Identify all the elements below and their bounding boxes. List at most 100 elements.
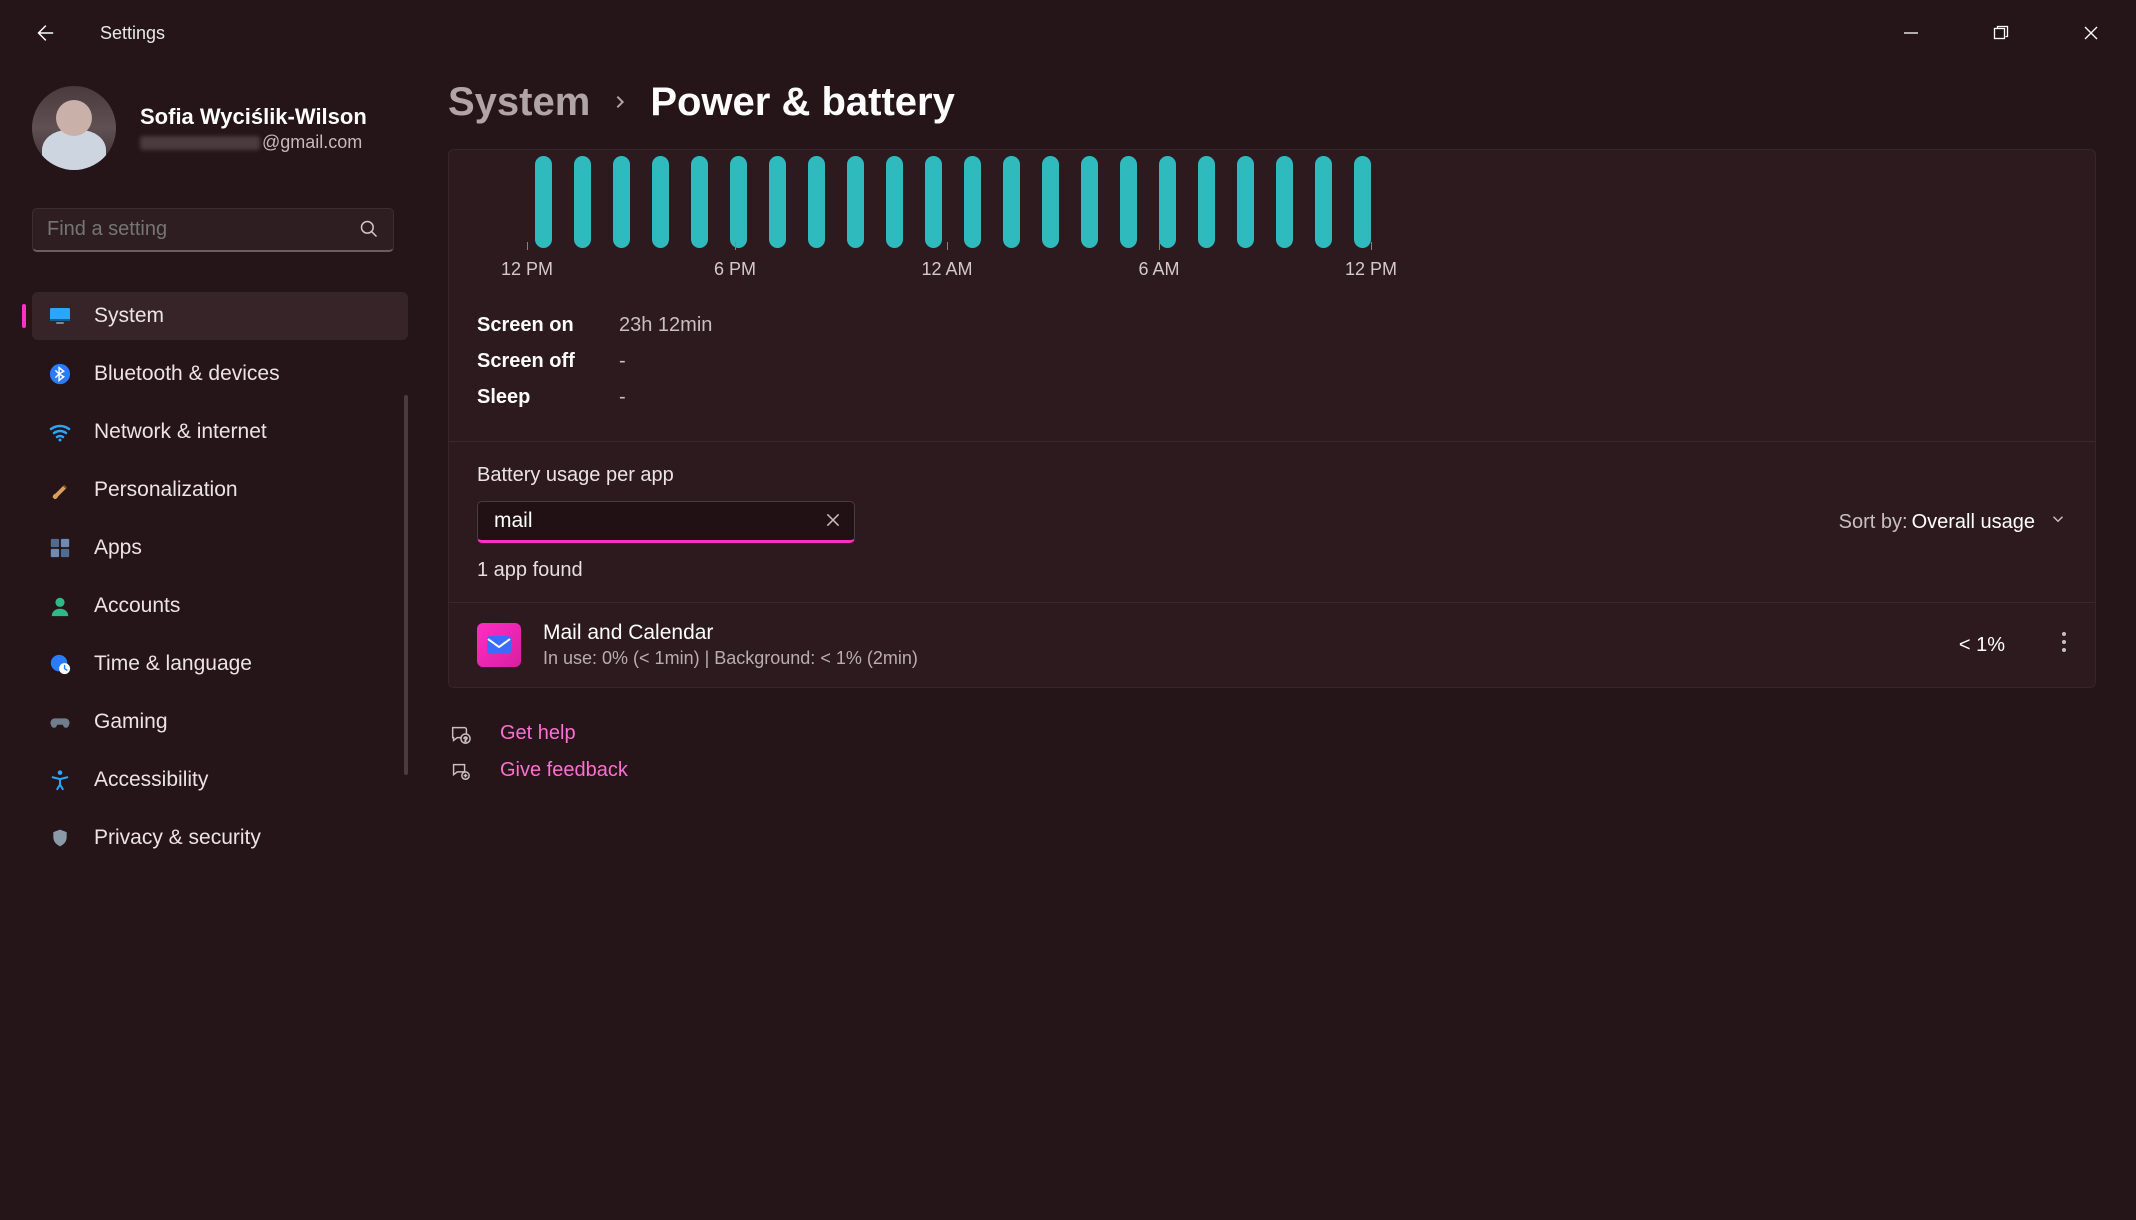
nav-label: Privacy & security bbox=[94, 826, 261, 850]
settings-search[interactable] bbox=[32, 208, 394, 252]
chart-bar bbox=[964, 156, 981, 248]
nav-time-language[interactable]: Time & language bbox=[32, 640, 408, 688]
battery-panel: 12 PM 6 PM 12 AM 6 AM 12 PM Screen on 23h… bbox=[448, 149, 2096, 688]
axis-label: 6 PM bbox=[714, 259, 756, 280]
chart-bar bbox=[1003, 156, 1020, 248]
profile-email-suffix: @gmail.com bbox=[262, 132, 362, 152]
apps-icon bbox=[48, 536, 72, 560]
nav-privacy[interactable]: Privacy & security bbox=[32, 814, 408, 862]
chart-bar bbox=[613, 156, 630, 248]
give-feedback-link[interactable]: Give feedback bbox=[448, 759, 2096, 782]
sort-label: Sort by: bbox=[1839, 511, 1908, 534]
app-search-input[interactable] bbox=[478, 502, 854, 540]
section-title: Battery usage per app bbox=[449, 442, 2095, 501]
person-icon bbox=[48, 594, 72, 618]
nav-apps[interactable]: Apps bbox=[32, 524, 408, 572]
profile-email: @gmail.com bbox=[140, 132, 367, 153]
sort-value: Overall usage bbox=[1912, 511, 2035, 534]
nav-label: Accessibility bbox=[94, 768, 208, 792]
chart-bar bbox=[1315, 156, 1332, 248]
feedback-label: Give feedback bbox=[500, 759, 628, 782]
paintbrush-icon bbox=[48, 478, 72, 502]
chart-bar bbox=[925, 156, 942, 248]
bluetooth-icon bbox=[48, 362, 72, 386]
chart-bar bbox=[1237, 156, 1254, 248]
app-row[interactable]: Mail and Calendar In use: 0% (< 1min) | … bbox=[449, 603, 2095, 687]
sort-dropdown[interactable]: Sort by: Overall usage bbox=[1839, 510, 2067, 534]
clock-globe-icon bbox=[48, 652, 72, 676]
minimize-button[interactable] bbox=[1866, 0, 1956, 66]
chart-bar bbox=[1042, 156, 1059, 248]
avatar bbox=[32, 86, 116, 170]
breadcrumb-parent[interactable]: System bbox=[448, 80, 590, 125]
chart-bar bbox=[847, 156, 864, 248]
nav-bluetooth[interactable]: Bluetooth & devices bbox=[32, 350, 408, 398]
sidebar: Sofia Wyciślik-Wilson @gmail.com System bbox=[0, 66, 430, 1220]
chart-bar bbox=[769, 156, 786, 248]
more-options-icon[interactable] bbox=[2061, 631, 2067, 659]
accessibility-icon bbox=[48, 768, 72, 792]
breadcrumb: System Power & battery bbox=[448, 80, 2096, 125]
nav-network[interactable]: Network & internet bbox=[32, 408, 408, 456]
redacted-text bbox=[140, 136, 260, 150]
stat-label: Sleep bbox=[477, 379, 585, 415]
nav-accessibility[interactable]: Accessibility bbox=[32, 756, 408, 804]
main-content: System Power & battery bbox=[430, 66, 2136, 1220]
chevron-right-icon bbox=[612, 87, 628, 118]
maximize-button[interactable] bbox=[1956, 0, 2046, 66]
gamepad-icon bbox=[48, 710, 72, 734]
page-title: Power & battery bbox=[650, 80, 955, 125]
nav-personalization[interactable]: Personalization bbox=[32, 466, 408, 514]
nav-accounts[interactable]: Accounts bbox=[32, 582, 408, 630]
app-search[interactable] bbox=[477, 501, 855, 543]
chart-bar bbox=[886, 156, 903, 248]
axis-label: 12 AM bbox=[921, 259, 972, 280]
monitor-icon bbox=[48, 304, 72, 328]
chart-bar bbox=[730, 156, 747, 248]
app-name: Mail and Calendar bbox=[543, 621, 918, 645]
chart-bar bbox=[1159, 156, 1176, 248]
chart-bar bbox=[1198, 156, 1215, 248]
nav: System Bluetooth & devices Network & int… bbox=[32, 292, 408, 862]
back-button[interactable] bbox=[28, 17, 60, 49]
profile-name: Sofia Wyciślik-Wilson bbox=[140, 104, 367, 130]
axis-label: 12 PM bbox=[1345, 259, 1397, 280]
nav-label: Gaming bbox=[94, 710, 168, 734]
settings-search-input[interactable] bbox=[33, 209, 393, 250]
chart-bar bbox=[535, 156, 552, 248]
get-help-link[interactable]: ? Get help bbox=[448, 722, 2096, 745]
nav-system[interactable]: System bbox=[32, 292, 408, 340]
stat-value: - bbox=[619, 379, 626, 415]
nav-gaming[interactable]: Gaming bbox=[32, 698, 408, 746]
chart-bar bbox=[808, 156, 825, 248]
chart-bar bbox=[1354, 156, 1371, 248]
chart-bar bbox=[1081, 156, 1098, 248]
feedback-icon bbox=[448, 760, 472, 782]
svg-text:?: ? bbox=[464, 736, 468, 743]
profile-block[interactable]: Sofia Wyciślik-Wilson @gmail.com bbox=[32, 86, 408, 170]
nav-label: System bbox=[94, 304, 164, 328]
clear-icon[interactable] bbox=[824, 511, 842, 535]
chart-bar bbox=[574, 156, 591, 248]
shield-icon bbox=[48, 826, 72, 850]
stat-value: - bbox=[619, 343, 626, 379]
battery-usage-chart[interactable]: 12 PM 6 PM 12 AM 6 AM 12 PM bbox=[449, 150, 2095, 290]
help-links: ? Get help Give feedback bbox=[448, 722, 2096, 782]
chart-bar bbox=[1276, 156, 1293, 248]
results-count: 1 app found bbox=[449, 557, 2095, 602]
nav-label: Apps bbox=[94, 536, 142, 560]
chart-bar bbox=[691, 156, 708, 248]
stat-label: Screen off bbox=[477, 343, 585, 379]
search-icon bbox=[359, 219, 379, 245]
titlebar: Settings bbox=[0, 0, 2136, 66]
axis-label: 12 PM bbox=[501, 259, 553, 280]
close-button[interactable] bbox=[2046, 0, 2136, 66]
nav-label: Network & internet bbox=[94, 420, 267, 444]
nav-label: Personalization bbox=[94, 478, 238, 502]
stat-label: Screen on bbox=[477, 307, 585, 343]
battery-stats: Screen on 23h 12min Screen off- Sleep- bbox=[449, 290, 2095, 441]
stat-value: 23h 12min bbox=[619, 307, 712, 343]
app-percentage: < 1% bbox=[1959, 634, 2005, 657]
help-label: Get help bbox=[500, 722, 576, 745]
chart-bar bbox=[1120, 156, 1137, 248]
